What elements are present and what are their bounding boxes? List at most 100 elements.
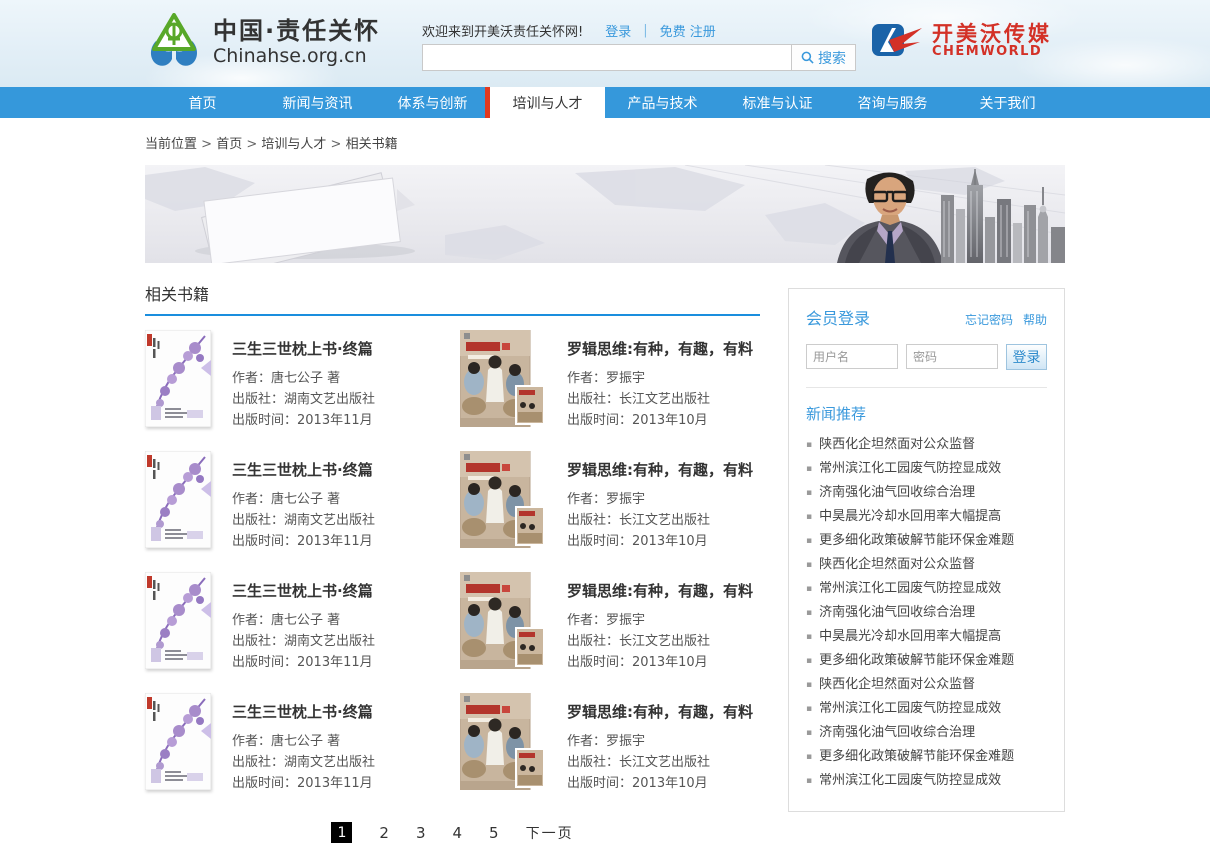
help-link[interactable]: 帮助 (1023, 311, 1047, 328)
nav-item-label: 咨询与服务 (858, 93, 928, 113)
book-author: 作者：唐七公子 著 (232, 368, 375, 389)
book-title[interactable]: 三生三世枕上书·终篇 (232, 338, 375, 359)
news-list-item[interactable]: ▪济南强化油气回收综合治理 (806, 721, 1047, 745)
news-list-item[interactable]: ▪济南强化油气回收综合治理 (806, 601, 1047, 625)
book-title[interactable]: 罗辑思维:有种，有趣，有料 (567, 701, 753, 722)
book-list-item[interactable]: 三生三世枕上书·终篇 作者：唐七公子 著 出版社：湖南文艺出版社 出版时间：20… (145, 572, 445, 673)
page-number[interactable]: 5 (489, 824, 499, 842)
nav-item[interactable]: 新闻与资讯 (260, 87, 375, 118)
news-list-item[interactable]: ▪更多细化政策破解节能环保金难题 (806, 745, 1047, 769)
password-input[interactable] (906, 344, 998, 369)
register-link[interactable]: 免费 注册 (660, 21, 716, 40)
book-list-item[interactable]: 罗辑思维:有种，有趣，有料 作者：罗振宇 出版社：长江文艺出版社 出版时间：20… (460, 572, 760, 673)
book-title[interactable]: 三生三世枕上书·终篇 (232, 459, 375, 480)
banner-image (145, 165, 1065, 263)
nav-item[interactable]: 标准与认证 (720, 87, 835, 118)
forgot-password-link[interactable]: 忘记密码 (965, 311, 1013, 328)
book-author: 作者：罗振宇 (567, 489, 753, 510)
book-title[interactable]: 罗辑思维:有种，有趣，有料 (567, 459, 753, 480)
book-list: 三生三世枕上书·终篇 作者：唐七公子 著 出版社：湖南文艺出版社 出版时间：20… (145, 330, 760, 794)
news-item-text: 济南强化油气回收综合治理 (819, 485, 975, 500)
partner-name: 开美沃传媒 (932, 23, 1052, 45)
nav-item[interactable]: 关于我们 (950, 87, 1065, 118)
book-list-item[interactable]: 罗辑思维:有种，有趣，有料 作者：罗振宇 出版社：长江文艺出版社 出版时间：20… (460, 693, 760, 794)
books-section: 相关书籍 (145, 281, 760, 843)
welcome-separator: | (643, 23, 647, 38)
news-item-text: 济南强化油气回收综合治理 (819, 605, 975, 620)
bullet-icon: ▪ (806, 680, 812, 690)
book-list-item[interactable]: 罗辑思维:有种，有趣，有料 作者：罗振宇 出版社：长江文艺出版社 出版时间：20… (460, 330, 760, 431)
book-list-item[interactable]: 三生三世枕上书·终篇 作者：唐七公子 著 出版社：湖南文艺出版社 出版时间：20… (145, 451, 445, 552)
header: 中国·责任关怀 Chinahse.org.cn 欢迎来到开美沃责任关怀网! 登录… (0, 0, 1210, 87)
news-list-item[interactable]: ▪陕西化企坦然面对公众监督 (806, 433, 1047, 457)
search-button[interactable]: 搜索 (792, 44, 856, 71)
book-publisher: 出版社：长江文艺出版社 (567, 510, 753, 531)
book-list-item[interactable]: 罗辑思维:有种，有趣，有料 作者：罗振宇 出版社：长江文艺出版社 出版时间：20… (460, 451, 760, 552)
book-title[interactable]: 罗辑思维:有种，有趣，有料 (567, 580, 753, 601)
site-title: 中国·责任关怀 (213, 17, 380, 45)
book-date: 出版时间：2013年10月 (567, 531, 753, 552)
news-list-item[interactable]: ▪ 常州滨江化工园废气防控显成效 (806, 577, 1047, 601)
breadcrumb-prefix: 当前位置 (145, 137, 197, 152)
partner-logo[interactable]: 开美沃传媒 CHEMWORLD (872, 22, 1052, 58)
nav-item[interactable]: 首页 (145, 87, 260, 118)
news-section-title: 新闻推荐 (806, 403, 1047, 424)
news-list-item[interactable]: ▪更多细化政策破解节能环保金难题 (806, 649, 1047, 673)
book-publisher: 出版社：湖南文艺出版社 (232, 389, 375, 410)
news-list-item[interactable]: ▪济南强化油气回收综合治理 (806, 481, 1047, 505)
nav-item[interactable]: 咨询与服务 (835, 87, 950, 118)
username-input[interactable] (806, 344, 898, 369)
book-cover-image (460, 451, 546, 548)
bullet-icon: ▪ (806, 728, 812, 738)
news-list-item[interactable]: ▪陕西化企坦然面对公众监督 (806, 673, 1047, 697)
breadcrumb-link[interactable]: 首页 (197, 137, 242, 152)
book-date: 出版时间：2013年11月 (232, 773, 375, 794)
news-list-item[interactable]: ▪中昊晨光冷却水回用率大幅提高 (806, 505, 1047, 529)
book-list-item[interactable]: 三生三世枕上书·终篇 作者：唐七公子 著 出版社：湖南文艺出版社 出版时间：20… (145, 693, 445, 794)
news-list-item[interactable]: ▪常州滨江化工园废气防控显成效 (806, 769, 1047, 793)
news-list-item[interactable]: ▪中昊晨光冷却水回用率大幅提高 (806, 625, 1047, 649)
page-number[interactable]: 2 (379, 824, 389, 842)
nav-item-label: 体系与创新 (398, 93, 468, 113)
nav-item-label: 产品与技术 (628, 93, 698, 113)
page: 中国·责任关怀 Chinahse.org.cn 欢迎来到开美沃责任关怀网! 登录… (0, 0, 1210, 852)
news-item-text: 常州滨江化工园废气防控显成效 (819, 581, 1001, 596)
book-author: 作者：罗振宇 (567, 610, 753, 631)
sidebar: 会员登录 忘记密码 帮助 登录 新闻推荐 ▪陕西化企坦然面对公众监督 (788, 288, 1065, 812)
news-item-text: 陕西化企坦然面对公众监督 (819, 437, 975, 452)
news-list-item[interactable]: ▪常州滨江化工园废气防控显成效 (806, 697, 1047, 721)
book-cover-image (460, 693, 546, 790)
site-logo[interactable]: 中国·责任关怀 Chinahse.org.cn (147, 13, 380, 71)
bullet-icon: ▪ (806, 584, 812, 594)
page-number[interactable]: 4 (453, 824, 463, 842)
news-list-item[interactable]: ▪陕西化企坦然面对公众监督 (806, 553, 1047, 577)
page-number[interactable]: 3 (416, 824, 426, 842)
search-input[interactable] (422, 44, 792, 71)
breadcrumb-link[interactable]: 培训与人才 (242, 137, 326, 152)
book-list-item[interactable]: 三生三世枕上书·终篇 作者：唐七公子 著 出版社：湖南文艺出版社 出版时间：20… (145, 330, 445, 431)
news-item-text: 中昊晨光冷却水回用率大幅提高 (819, 509, 1001, 524)
bullet-icon: ▪ (806, 776, 812, 786)
nav-item[interactable]: 产品与技术 (605, 87, 720, 118)
site-logo-icon (147, 13, 201, 71)
book-title[interactable]: 三生三世枕上书·终篇 (232, 580, 375, 601)
page-number-current[interactable]: 1 (331, 822, 352, 843)
book-publisher: 出版社：湖南文艺出版社 (232, 510, 375, 531)
news-list-item[interactable]: ▪更多细化政策破解节能环保金难题 (806, 529, 1047, 553)
news-list: ▪陕西化企坦然面对公众监督 ▪常州滨江化工园废气防控显成效 ▪济南强化油气回收综… (806, 433, 1047, 793)
login-link[interactable]: 登录 (605, 21, 631, 40)
nav-item[interactable]: 培训与人才 (490, 87, 605, 118)
bullet-icon: ▪ (806, 560, 812, 570)
next-page-button[interactable]: 下一页 (526, 823, 574, 843)
nav-item-label: 新闻与资讯 (283, 93, 353, 113)
login-button[interactable]: 登录 (1006, 344, 1047, 370)
nav-item[interactable]: 体系与创新 (375, 87, 490, 118)
bullet-icon: ▪ (806, 656, 812, 666)
book-title[interactable]: 罗辑思维:有种，有趣，有料 (567, 338, 753, 359)
breadcrumb-link[interactable]: 相关书籍 (326, 137, 397, 152)
news-list-item[interactable]: ▪常州滨江化工园废气防控显成效 (806, 457, 1047, 481)
bullet-icon: ▪ (806, 464, 812, 474)
search-icon (801, 51, 814, 64)
book-title[interactable]: 三生三世枕上书·终篇 (232, 701, 375, 722)
bullet-icon: ▪ (806, 704, 812, 714)
